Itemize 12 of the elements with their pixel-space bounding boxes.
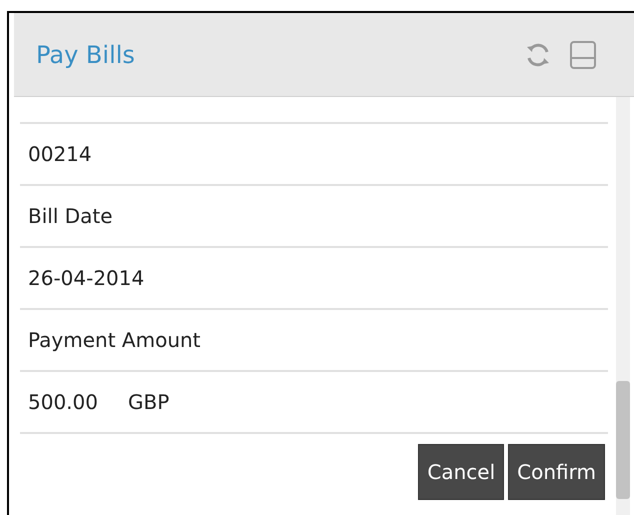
field-label: Payment Amount — [28, 327, 201, 354]
field-label: Bill Date — [28, 203, 113, 230]
scrollbar[interactable] — [616, 97, 630, 515]
confirm-button[interactable]: Confirm — [508, 444, 605, 500]
scrollbar-thumb[interactable] — [616, 381, 630, 499]
field-value: 26-04-2014 — [28, 265, 144, 292]
amount-value: 500.00 — [28, 389, 98, 416]
currency-label: GBP — [128, 389, 170, 416]
field-value: 00214 — [28, 141, 92, 168]
cancel-button[interactable]: Cancel — [418, 444, 504, 500]
window-title: Pay Bills — [36, 40, 135, 70]
panel-icon[interactable] — [569, 40, 597, 70]
